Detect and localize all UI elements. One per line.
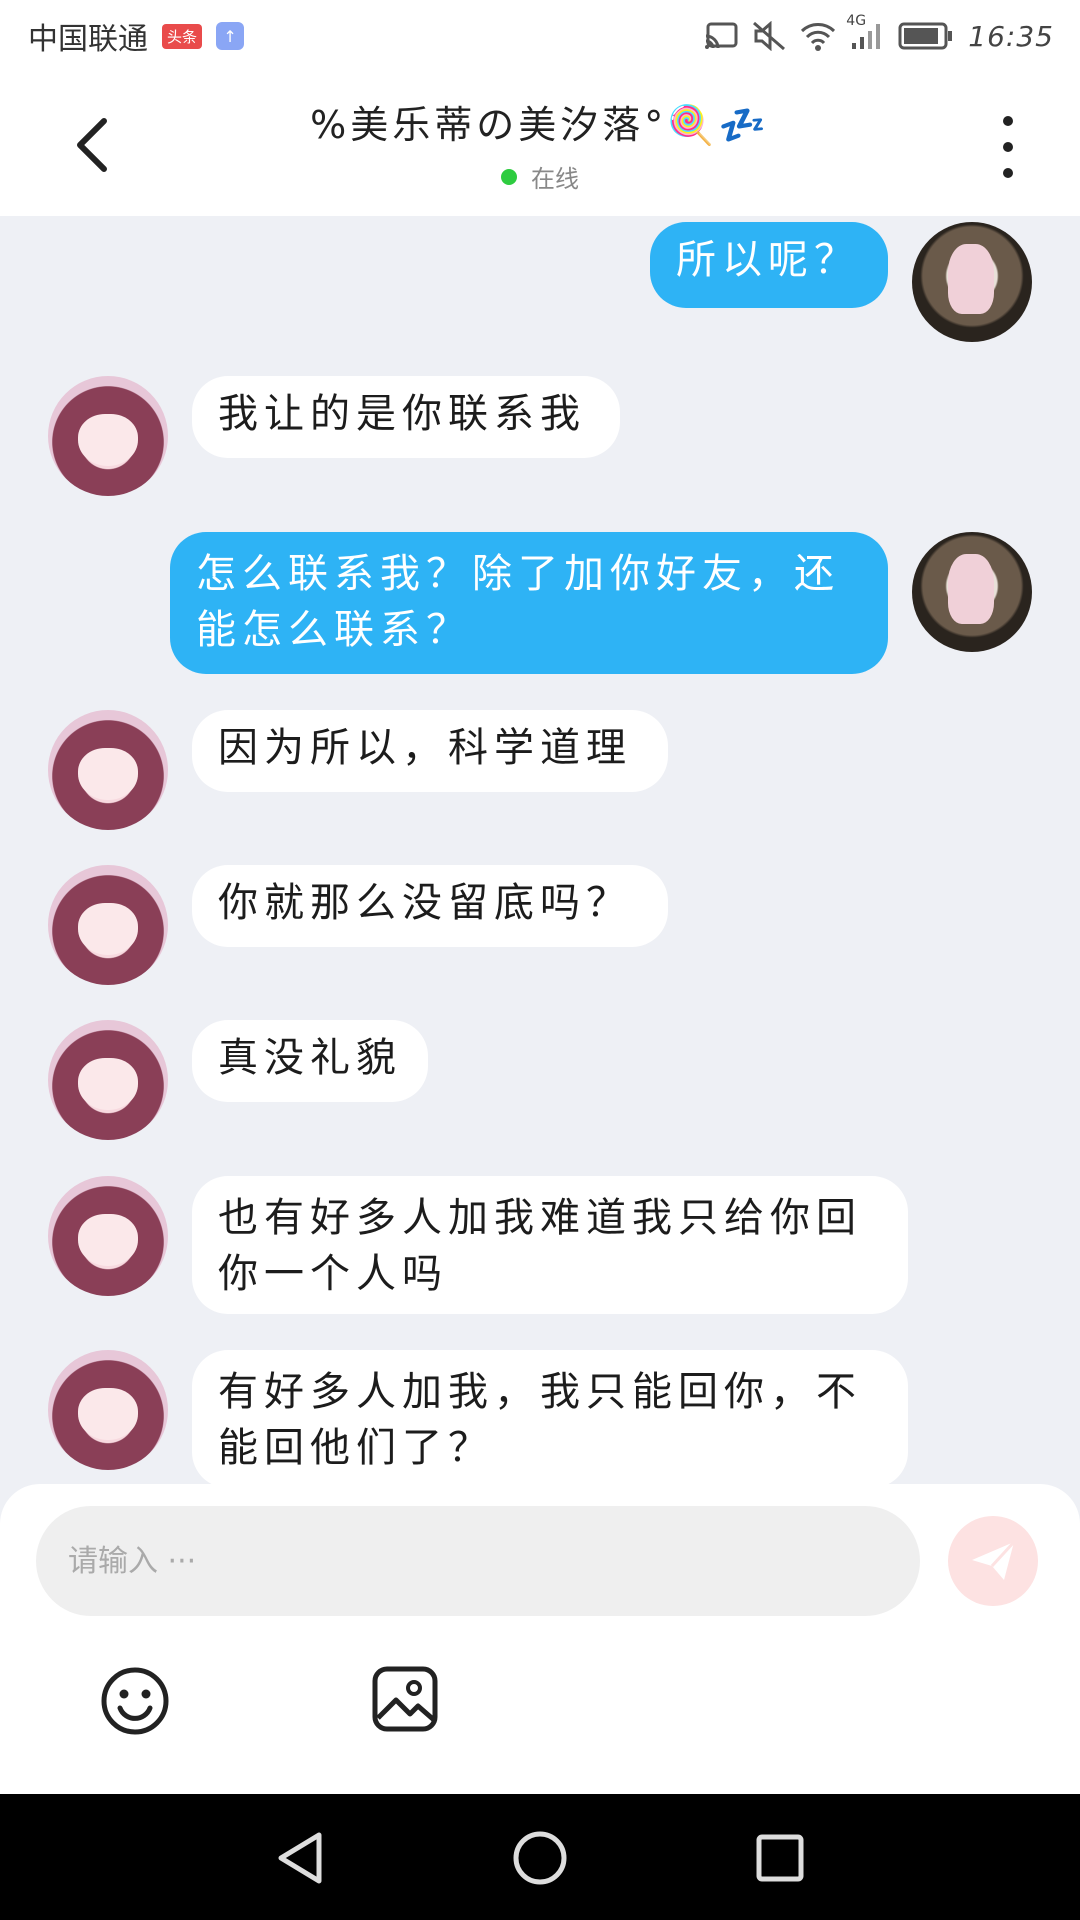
- online-indicator: [501, 168, 517, 185]
- chat-title: %美乐蒂の美汐落°🍭💤: [310, 103, 770, 147]
- nav-back-button[interactable]: [270, 1828, 330, 1888]
- message-other: 有好多人加我，我只能回你，不能回他们了？: [0, 1350, 1080, 1484]
- chevron-left-icon: [77, 118, 107, 172]
- contact-avatar[interactable]: [48, 376, 168, 496]
- status-bar-right: 4G 16:35: [704, 13, 1054, 53]
- network-type: 4G: [846, 13, 867, 29]
- message-bubble[interactable]: 所以呢？: [650, 222, 888, 308]
- wifi-icon: [800, 21, 836, 51]
- message-bubble[interactable]: 有好多人加我，我只能回你，不能回他们了？: [192, 1350, 908, 1484]
- nav-home-button[interactable]: [510, 1828, 570, 1888]
- message-bubble[interactable]: 我让的是你联系我: [192, 376, 620, 458]
- circle-home-icon: [513, 1831, 567, 1885]
- contact-avatar[interactable]: [48, 865, 168, 985]
- triangle-back-icon: [278, 1832, 322, 1884]
- message-bubble[interactable]: 你就那么没留底吗？: [192, 865, 668, 947]
- back-button[interactable]: [62, 112, 122, 178]
- input-panel: [0, 1484, 1080, 1794]
- battery-icon: [898, 21, 954, 51]
- chat-title-area: %美乐蒂の美汐落°🍭💤 在线: [200, 94, 880, 194]
- status-bar: 中国联通 头条 ↑ 4G 16:35: [0, 0, 1080, 72]
- message-bubble[interactable]: 怎么联系我？除了加你好友，还能怎么联系？: [170, 532, 888, 674]
- message-other: 也有好多人加我难道我只给你回你一个人吗: [0, 1176, 1080, 1326]
- emoji-icon: [101, 1667, 169, 1735]
- more-vertical-icon-dot: [1003, 168, 1013, 178]
- message-list[interactable]: 所以呢？ 我让的是你联系我 怎么联系我？除了加你好友，还能怎么联系？ 因为所以，…: [0, 216, 1080, 1484]
- system-navigation-bar: [0, 1794, 1080, 1920]
- clock: 16:35: [968, 19, 1054, 53]
- carrier-name: 中国联通: [28, 22, 148, 57]
- message-other: 因为所以，科学道理: [0, 710, 1080, 850]
- contact-avatar[interactable]: [48, 710, 168, 830]
- message-bubble[interactable]: 因为所以，科学道理: [192, 710, 668, 792]
- self-avatar[interactable]: [912, 532, 1032, 652]
- contact-avatar[interactable]: [48, 1350, 168, 1470]
- square-recents-icon: [756, 1834, 804, 1882]
- online-status-text: 在线: [531, 165, 579, 193]
- more-vertical-icon-dot: [1003, 116, 1013, 126]
- nav-recents-button[interactable]: [750, 1828, 810, 1888]
- mute-icon: [752, 21, 786, 51]
- message-bubble[interactable]: 真没礼貌: [192, 1020, 428, 1102]
- chat-header: %美乐蒂の美汐落°🍭💤 在线: [0, 72, 1080, 216]
- cast-icon: [704, 22, 738, 50]
- contact-avatar[interactable]: [48, 1176, 168, 1296]
- send-button[interactable]: [948, 1516, 1038, 1606]
- notification-app-icon: ↑: [216, 22, 245, 50]
- online-status: 在线: [200, 159, 880, 194]
- message-input[interactable]: [36, 1506, 920, 1616]
- send-icon: [972, 1540, 1016, 1580]
- message-other: 我让的是你联系我: [0, 376, 1080, 516]
- message-other: 真没礼貌: [0, 1020, 1080, 1160]
- emoji-button[interactable]: [100, 1666, 170, 1736]
- message-other: 你就那么没留底吗？: [0, 865, 1080, 1005]
- status-bar-left: 中国联通 头条 ↑: [28, 14, 245, 58]
- more-vertical-icon-dot: [1003, 142, 1013, 152]
- image-icon: [372, 1666, 438, 1732]
- more-options-button[interactable]: [988, 116, 1028, 178]
- cellular-signal-icon: 4G: [846, 13, 884, 51]
- self-avatar[interactable]: [912, 222, 1032, 342]
- news-app-badge: 头条: [162, 23, 203, 49]
- image-button[interactable]: [372, 1666, 438, 1732]
- message-self: 怎么联系我？除了加你好友，还能怎么联系？: [0, 532, 1080, 682]
- contact-avatar[interactable]: [48, 1020, 168, 1140]
- message-bubble[interactable]: 也有好多人加我难道我只给你回你一个人吗: [192, 1176, 908, 1314]
- message-self: 所以呢？: [0, 216, 1080, 356]
